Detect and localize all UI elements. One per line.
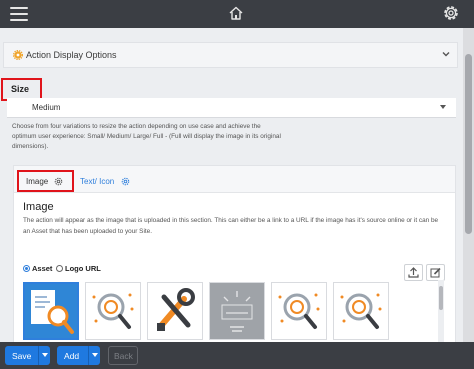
save-button[interactable]: Save	[5, 346, 50, 365]
asset-thumbnail-grid	[21, 282, 441, 344]
thumbnail-scrollbar-thumb[interactable]	[439, 286, 443, 310]
page-scrollbar[interactable]	[463, 28, 474, 342]
gear-icon[interactable]	[441, 3, 461, 23]
gear-icon	[13, 50, 23, 60]
asset-thumbnail-magnifier-chart[interactable]	[85, 282, 141, 340]
top-bar	[0, 0, 474, 28]
size-select-value: Medium	[32, 103, 61, 112]
gear-icon[interactable]	[121, 177, 130, 186]
tab-bar: Image Text/ Icon	[14, 166, 455, 193]
radio-asset-label[interactable]: Asset	[32, 264, 52, 273]
edit-button[interactable]	[426, 264, 445, 281]
home-icon[interactable]	[228, 5, 244, 21]
asset-thumbnail-document-magnifier[interactable]	[23, 282, 79, 340]
radio-logo-url-label[interactable]: Logo URL	[65, 264, 101, 273]
hamburger-icon[interactable]	[10, 7, 28, 21]
upload-button[interactable]	[404, 264, 423, 281]
footer-bar: Save Add Back	[0, 342, 474, 369]
asset-thumbnail-magnifier-chart[interactable]	[271, 282, 327, 340]
section-title: Action Display Options	[26, 50, 117, 60]
action-display-options-header[interactable]: Action Display Options	[3, 42, 458, 68]
radio-logo-url[interactable]	[56, 265, 63, 272]
add-button-label: Add	[64, 351, 80, 361]
thumbnail-scrollbar[interactable]	[438, 280, 444, 344]
radio-asset[interactable]	[23, 265, 30, 272]
tab-text-icon[interactable]: Text/ Icon	[80, 177, 114, 186]
chevron-down-icon[interactable]	[441, 49, 451, 59]
add-dropdown-toggle[interactable]	[88, 346, 100, 365]
highlight-box-image-tab	[17, 170, 74, 192]
back-button[interactable]: Back	[108, 346, 138, 365]
image-settings-panel: Image Text/ Icon Image The action will a…	[13, 165, 456, 345]
save-dropdown-toggle[interactable]	[38, 346, 50, 365]
back-button-label: Back	[114, 351, 133, 361]
image-section-title: Image	[23, 201, 54, 213]
upload-icon	[408, 267, 419, 278]
caret-down-icon	[440, 105, 446, 109]
asset-thumbnail-add-idea[interactable]	[209, 282, 265, 340]
size-description: Choose from four variations to resize th…	[12, 123, 281, 150]
edit-icon	[430, 267, 441, 278]
size-select[interactable]: Medium	[7, 98, 456, 118]
asset-thumbnail-tools[interactable]	[147, 282, 203, 340]
image-section-description: The action will appear as the image that…	[23, 217, 439, 235]
add-button[interactable]: Add	[57, 346, 100, 365]
save-button-label: Save	[12, 351, 32, 361]
page-scrollbar-thumb[interactable]	[465, 54, 472, 234]
asset-thumbnail-magnifier-chart[interactable]	[333, 282, 389, 340]
